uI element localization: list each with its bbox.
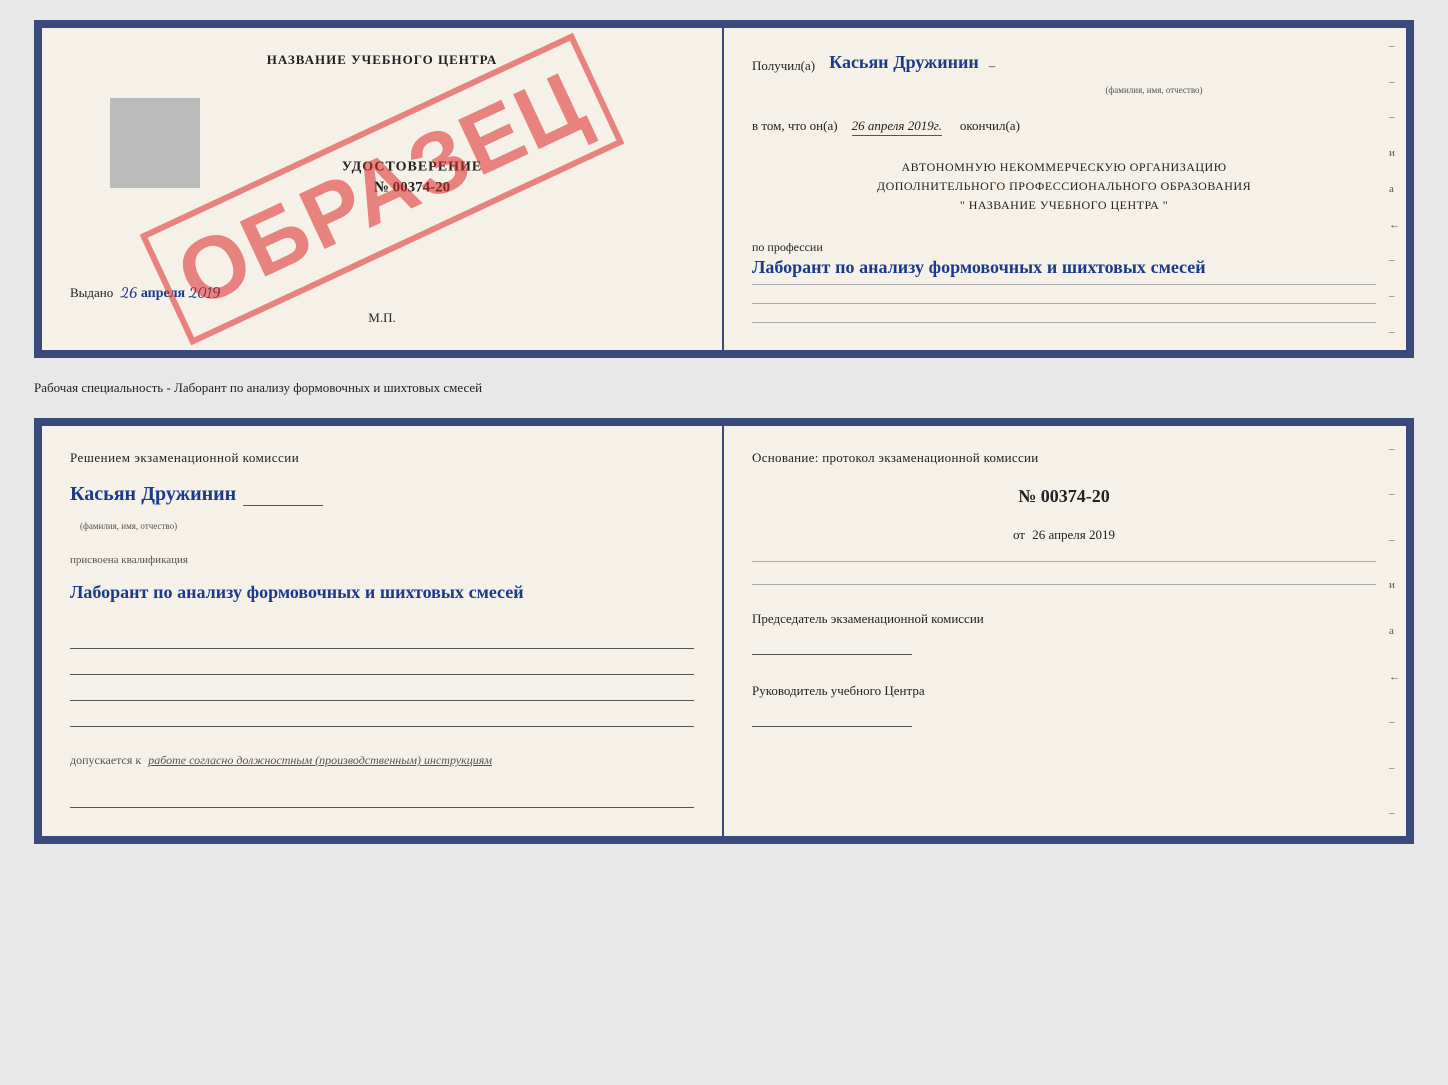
org-line3: " НАЗВАНИЕ УЧЕБНОГО ЦЕНТРА "	[752, 196, 1376, 215]
predsedatel-sign-line	[752, 633, 912, 655]
po-professii-label: по профессии	[752, 240, 1376, 255]
side-a: а	[1389, 183, 1400, 195]
side-dash-2: –	[1389, 76, 1400, 88]
poluchil-name: Касьян Дружинин	[829, 52, 979, 74]
protocol-number: № 00374-20	[752, 486, 1376, 507]
side-i: и	[1389, 147, 1400, 159]
line-3	[70, 679, 694, 701]
side-dash-6: –	[1389, 326, 1400, 338]
grey-photo-box	[110, 98, 200, 188]
side-dash-3: –	[1389, 111, 1400, 123]
bottom-lines	[70, 627, 694, 731]
divider-3	[752, 322, 1376, 323]
b-side-dash-2: –	[1389, 488, 1400, 500]
po-professii-block: по профессии Лаборант по анализу формово…	[752, 240, 1376, 325]
top-left-panel: НАЗВАНИЕ УЧЕБНОГО ЦЕНТРА УДОСТОВЕРЕНИЕ №…	[42, 28, 724, 350]
b-side-a: а	[1389, 625, 1400, 637]
side-arrow: ←	[1389, 219, 1400, 231]
mp-label: М.П.	[368, 310, 395, 326]
dash-1: –	[989, 58, 996, 74]
rukovoditel-block: Руководитель учебного Центра	[752, 683, 1376, 727]
side-dash-5: –	[1389, 290, 1400, 302]
org-line2: ДОПОЛНИТЕЛЬНОГО ПРОФЕССИОНАЛЬНОГО ОБРАЗО…	[752, 177, 1376, 196]
vtom-row: в том, что он(а) 26 апреля 2019г. окончи…	[752, 118, 1376, 136]
cert-udost: УДОСТОВЕРЕНИЕ № 00374-20	[342, 160, 482, 197]
fio-hint-top: (фамилия, имя, отчество)	[932, 80, 1376, 98]
top-right-panel: Получил(а) Касьян Дружинин – (фамилия, и…	[724, 28, 1406, 350]
bottom-fio-hint-text: (фамилия, имя, отчество)	[80, 521, 177, 531]
side-dash-4: –	[1389, 254, 1400, 266]
cert-title: НАЗВАНИЕ УЧЕБНОГО ЦЕНТРА	[267, 52, 498, 68]
predsedatel-label: Председатель экзаменационной комиссии	[752, 611, 1376, 627]
dopuskaetsya-block: допускается к работе согласно должностны…	[70, 753, 694, 768]
top-document: НАЗВАНИЕ УЧЕБНОГО ЦЕНТРА УДОСТОВЕРЕНИЕ №…	[34, 20, 1414, 358]
prisvoena-label: присвоена квалификация	[70, 554, 694, 566]
bottom-name: Касьян Дружинин	[70, 482, 236, 506]
line-4	[70, 705, 694, 727]
udost-number: № 00374-20	[342, 180, 482, 197]
ot-date-row: от 26 апреля 2019	[752, 527, 1376, 543]
poluchil-label: Получил(а)	[752, 58, 815, 74]
page-wrapper: НАЗВАНИЕ УЧЕБНОГО ЦЕНТРА УДОСТОВЕРЕНИЕ №…	[34, 20, 1414, 844]
vidano-date: 26 апреля 2019	[121, 284, 221, 301]
divider-bottom-2	[752, 584, 1376, 585]
bottom-fio-hint: (фамилия, имя, отчество)	[80, 516, 694, 534]
org-line1: АВТОНОМНУЮ НЕКОММЕРЧЕСКУЮ ОРГАНИЗАЦИЮ	[752, 158, 1376, 177]
vidano-row: Выдано 26 апреля 2019	[70, 268, 694, 302]
bottom-document: Решением экзаменационной комиссии Касьян…	[34, 418, 1414, 844]
separator-text: Рабочая специальность - Лаборант по анал…	[34, 374, 1414, 402]
b-side-dash-3: –	[1389, 534, 1400, 546]
ot-label: от	[1013, 527, 1025, 542]
ot-date-val: 26 апреля 2019	[1032, 527, 1115, 542]
vidano-label: Выдано	[70, 285, 113, 300]
rukovoditel-label: Руководитель учебного Центра	[752, 683, 1376, 699]
fio-hint-text: (фамилия, имя, отчество)	[1105, 85, 1202, 95]
profession-text: Лаборант по анализу формовочных и шихтов…	[752, 255, 1376, 282]
line-1	[70, 627, 694, 649]
predsedatel-block: Председатель экзаменационной комиссии	[752, 611, 1376, 655]
udost-label: УДОСТОВЕРЕНИЕ	[342, 160, 482, 176]
divider-1	[752, 284, 1376, 285]
poluchil-row: Получил(а) Касьян Дружинин –	[752, 52, 1376, 74]
divider-2	[752, 303, 1376, 304]
b-side-dash-1: –	[1389, 443, 1400, 455]
side-dash-1: –	[1389, 40, 1400, 52]
rukovoditel-sign-line	[752, 705, 912, 727]
b-side-i: и	[1389, 579, 1400, 591]
b-side-dash-5: –	[1389, 762, 1400, 774]
bottom-right-panel: Основание: протокол экзаменационной коми…	[724, 426, 1406, 836]
b-side-dash-6: –	[1389, 807, 1400, 819]
right-side-labels: – – – и а ← – – –	[1389, 28, 1400, 350]
bottom-left-panel: Решением экзаменационной комиссии Касьян…	[42, 426, 724, 836]
cert-stamp-area: УДОСТОВЕРЕНИЕ № 00374-20	[70, 88, 694, 268]
b-side-arrow: ←	[1389, 671, 1400, 683]
resheniem-label: Решением экзаменационной комиссии	[70, 450, 694, 466]
okonchil-label: окончил(а)	[960, 118, 1020, 134]
line-2	[70, 653, 694, 675]
qualification-text: Лаборант по анализу формовочных и шихтов…	[70, 580, 694, 607]
vtom-date: 26 апреля 2019г.	[852, 118, 942, 136]
vtom-label: в том, что он(а)	[752, 118, 838, 134]
bottom-right-side-labels: – – – и а ← – – –	[1389, 426, 1400, 836]
dopuskaetsya-text: работе согласно должностным (производств…	[148, 753, 492, 767]
divider-bottom-1	[752, 561, 1376, 562]
name-row: Касьян Дружинин	[70, 482, 694, 506]
b-side-dash-4: –	[1389, 716, 1400, 728]
osnovanie-label: Основание: протокол экзаменационной коми…	[752, 450, 1376, 466]
dopuskaetsya-label: допускается к	[70, 753, 141, 767]
line-5	[70, 786, 694, 808]
org-block: АВТОНОМНУЮ НЕКОММЕРЧЕСКУЮ ОРГАНИЗАЦИЮ ДО…	[752, 158, 1376, 216]
